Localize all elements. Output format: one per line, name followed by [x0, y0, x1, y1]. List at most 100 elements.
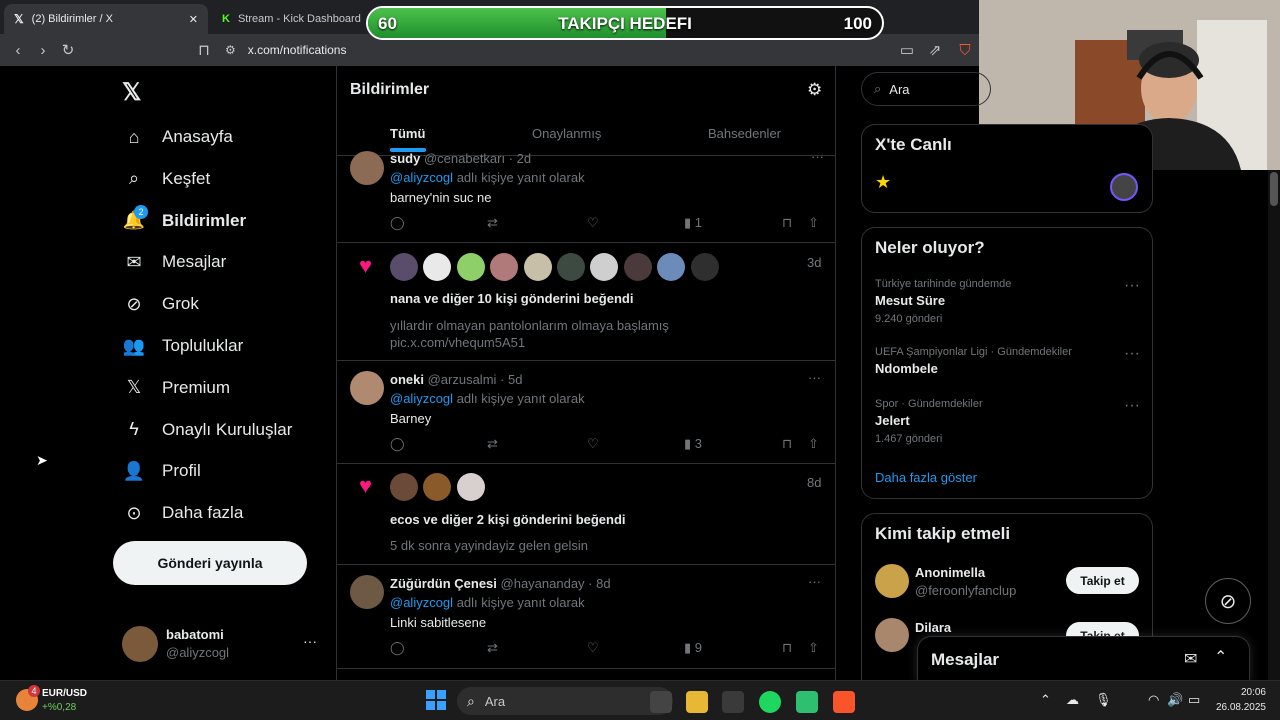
more-icon[interactable]: ···	[811, 149, 824, 164]
liker-avatar[interactable]	[456, 473, 485, 501]
views-icon[interactable]: ▮	[684, 215, 691, 230]
author-name[interactable]: oneki	[390, 372, 424, 387]
settings-gear-icon[interactable]: ⚙	[807, 80, 822, 100]
live-host-avatar[interactable]	[1110, 173, 1138, 201]
sidebar-item-search[interactable]: ⌕ Keşfet	[122, 161, 210, 197]
trend-more-icon[interactable]: ···	[1124, 345, 1140, 363]
wifi-icon[interactable]: ◠	[1148, 692, 1159, 708]
liker-avatar[interactable]	[390, 473, 418, 501]
bookmark-icon[interactable]: ⊓	[782, 215, 792, 231]
suggested-name[interactable]: Anonimella	[915, 565, 985, 580]
sidebar-item-lightning[interactable]: ϟ Onaylı Kuruluşlar	[122, 412, 292, 448]
reply-icon[interactable]: ◯	[390, 640, 405, 656]
x-logo-icon[interactable]: 𝕏	[122, 78, 141, 107]
site-settings-icon[interactable]: ⚙	[225, 43, 236, 57]
volume-icon[interactable]: 🔊	[1167, 692, 1183, 708]
liker-avatar[interactable]	[623, 253, 652, 281]
trend-item[interactable]: Türkiye tarihinde gündemde Mesut Süre 9.…	[875, 278, 1145, 325]
url-field[interactable]: ⚙ x.com/notifications	[225, 40, 945, 60]
trend-more-icon[interactable]: ···	[1124, 397, 1140, 415]
back-icon[interactable]: ‹	[8, 40, 28, 60]
ticker-symbol[interactable]: EUR/USD	[42, 688, 87, 699]
liker-avatar[interactable]	[456, 253, 485, 281]
views-icon[interactable]: ▮	[684, 640, 691, 655]
bookmark-icon[interactable]: ⊓	[782, 436, 792, 452]
taskbar-search[interactable]: ⌕ Ara	[457, 687, 673, 715]
spotify-icon[interactable]	[759, 691, 781, 713]
reply-to-link[interactable]: @aliyzcogl	[390, 170, 453, 185]
cast-icon[interactable]: ▭	[897, 40, 917, 60]
notification-reply[interactable]: oneki @arzusalmi · 5d @aliyzcogl adlı ki…	[337, 361, 835, 464]
windows-start-icon[interactable]	[426, 690, 446, 710]
share-icon[interactable]: ⇧	[808, 640, 819, 656]
avatar[interactable]	[875, 618, 909, 652]
clock-date[interactable]: 26.08.2025	[1206, 702, 1266, 713]
reply-icon[interactable]: ◯	[390, 215, 405, 231]
share-icon[interactable]: ⇗	[925, 40, 945, 60]
file-explorer-icon[interactable]	[686, 691, 708, 713]
notification-reply[interactable]: Züğürdün Çenesi @hayananday · 8d @aliyzc…	[337, 565, 835, 669]
like-icon[interactable]: ♡	[587, 436, 599, 452]
task-view-icon[interactable]	[650, 691, 672, 713]
sidebar-item-profile[interactable]: 👤 Profil	[122, 453, 201, 489]
clock-time[interactable]: 20:06	[1216, 687, 1266, 698]
reply-icon[interactable]: ◯	[390, 436, 405, 452]
suggested-name[interactable]: Dilara	[915, 620, 951, 635]
liker-avatar[interactable]	[690, 253, 719, 281]
show-hidden-icons[interactable]: ⌃	[1040, 692, 1051, 708]
trend-more-icon[interactable]: ···	[1124, 277, 1140, 295]
repost-icon[interactable]: ⇄	[487, 215, 498, 231]
show-more-link[interactable]: Daha fazla göster	[875, 470, 977, 485]
liker-avatar[interactable]	[490, 253, 519, 281]
reply-to-link[interactable]: @aliyzcogl	[390, 595, 453, 610]
bookmark-page-icon[interactable]: ⊓	[194, 40, 214, 60]
liker-name[interactable]: nana	[390, 291, 420, 306]
avatar[interactable]	[875, 564, 909, 598]
page-scrollbar[interactable]	[1268, 170, 1280, 680]
chat-app-icon[interactable]	[796, 691, 818, 713]
follow-button[interactable]: Takip et	[1066, 567, 1139, 594]
reply-to-link[interactable]: @aliyzcogl	[390, 391, 453, 406]
trend-item[interactable]: Spor · Gündemdekiler Jelert 1.467 gönder…	[875, 398, 1145, 445]
liker-name[interactable]: ecos	[390, 512, 420, 527]
share-icon[interactable]: ⇧	[808, 436, 819, 452]
tab-notifications[interactable]: 𝕏 (2) Bildirimler / X ✕	[4, 4, 208, 34]
search-input[interactable]: ⌕ Ara	[861, 72, 991, 106]
reload-icon[interactable]: ↻	[58, 40, 78, 60]
liker-avatar[interactable]	[523, 253, 552, 281]
brave-shield-icon[interactable]: ⛉	[955, 40, 975, 60]
app-icon[interactable]	[722, 691, 744, 713]
liker-avatar[interactable]	[557, 253, 585, 281]
post-button[interactable]: Gönderi yayınla	[113, 541, 307, 585]
grok-float-icon[interactable]: ⊘	[1205, 578, 1251, 624]
sidebar-item-x-logo[interactable]: 𝕏 Premium	[122, 370, 230, 406]
notification-reply[interactable]: sudy @cenabetkarı · 2d @aliyzcogl adlı k…	[337, 149, 835, 243]
microphone-icon[interactable]: 🎙	[1095, 692, 1112, 708]
sidebar-item-bell[interactable]: 🔔 2 Bildirimler	[122, 203, 246, 239]
more-icon[interactable]: ···	[808, 574, 821, 589]
forward-icon[interactable]: ›	[33, 40, 53, 60]
share-icon[interactable]: ⇧	[808, 215, 819, 231]
author-name[interactable]: sudy	[390, 151, 420, 166]
like-icon[interactable]: ♡	[587, 640, 599, 656]
like-icon[interactable]: ♡	[587, 215, 599, 231]
sidebar-item-mail[interactable]: ✉ Mesajlar	[122, 244, 226, 280]
views-icon[interactable]: ▮	[684, 436, 691, 451]
liker-avatar[interactable]	[657, 253, 686, 281]
battery-icon[interactable]: ▭	[1188, 692, 1200, 708]
tab-all[interactable]: Tümü	[390, 126, 425, 141]
sidebar-item-communities[interactable]: 👥 Topluluklar	[122, 328, 243, 364]
cloud-icon[interactable]: ☁	[1066, 692, 1079, 708]
bookmark-icon[interactable]: ⊓	[782, 640, 792, 656]
repost-icon[interactable]: ⇄	[487, 640, 498, 656]
liker-avatar[interactable]	[390, 253, 418, 281]
tab-verified[interactable]: Onaylanmış	[532, 126, 601, 141]
scrollbar-thumb[interactable]	[1270, 172, 1278, 206]
sidebar-item-home[interactable]: ⌂ Anasayfa	[122, 119, 233, 155]
expand-icon[interactable]: ⌃	[1214, 647, 1227, 667]
messages-drawer[interactable]: Mesajlar ✉ ⌃	[917, 636, 1250, 682]
more-icon[interactable]: ···	[808, 370, 821, 385]
brave-browser-icon[interactable]	[833, 691, 855, 713]
repost-icon[interactable]: ⇄	[487, 436, 498, 452]
trend-item[interactable]: UEFA Şampiyonlar Ligi · Gündemdekiler Nd…	[875, 346, 1145, 376]
